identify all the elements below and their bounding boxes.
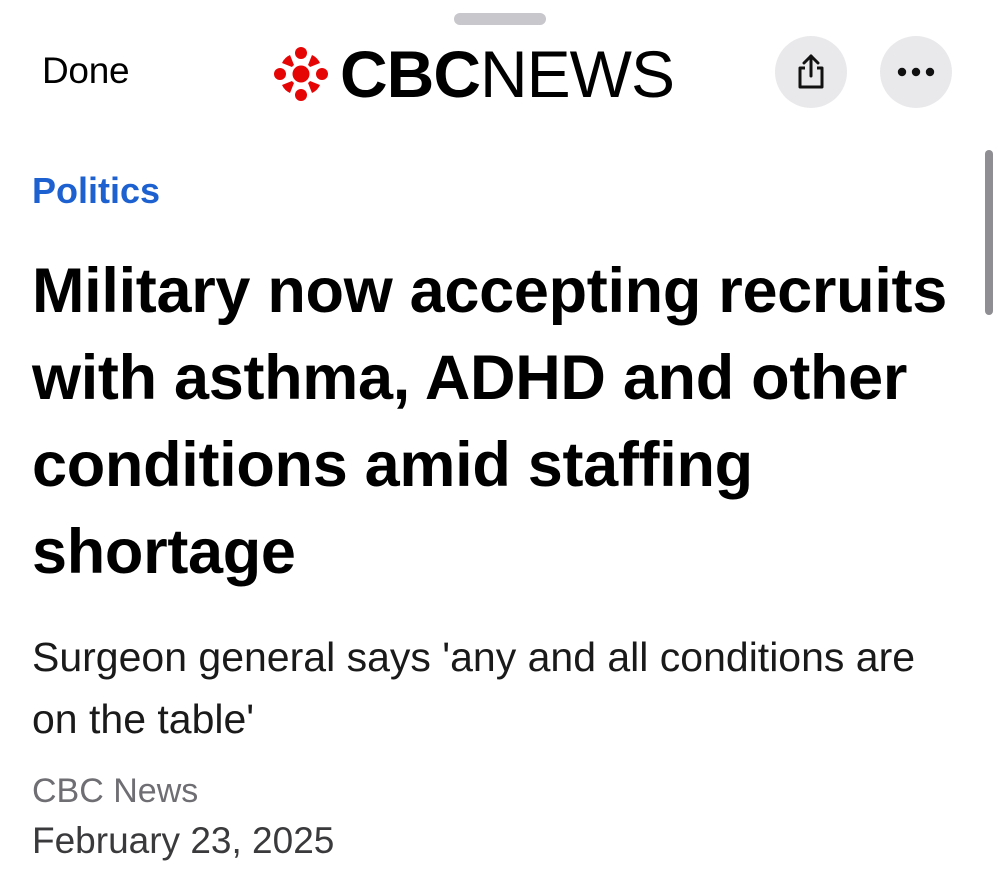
logo-cbc-text: CBC: [340, 37, 481, 111]
article-deck: Surgeon general says 'any and all condit…: [32, 634, 916, 742]
section-link-politics[interactable]: Politics: [32, 170, 160, 212]
share-button[interactable]: [775, 36, 847, 108]
scrollbar[interactable]: [985, 150, 993, 315]
ellipsis-icon: [897, 67, 935, 77]
article-headline: Military now accepting recruits with ast…: [32, 256, 947, 587]
sheet-grabber[interactable]: [454, 13, 546, 25]
share-icon: [798, 54, 824, 89]
cbc-news-logo: CBC NEWS: [270, 37, 675, 111]
article-sheet: Done CBC NEWS Politics Military now acce…: [0, 0, 1000, 895]
done-button[interactable]: Done: [42, 50, 130, 92]
more-options-button[interactable]: [880, 36, 952, 108]
logo-news-text: NEWS: [480, 37, 675, 111]
cbc-gem-icon: [274, 47, 328, 101]
article-date: February 23, 2025: [32, 820, 335, 861]
article-source: CBC News: [32, 772, 199, 810]
